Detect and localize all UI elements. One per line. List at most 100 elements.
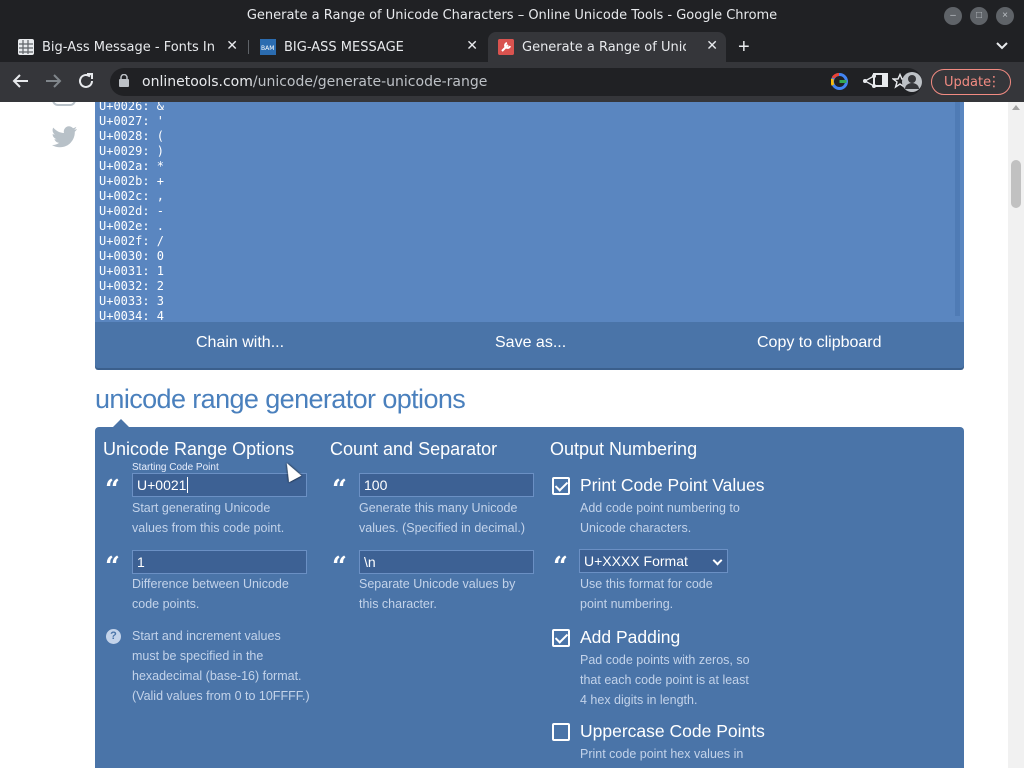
add-padding-label[interactable]: Add Padding <box>580 627 680 648</box>
quote-icon: “ <box>553 552 568 582</box>
print-code-point-checkbox[interactable] <box>552 477 570 495</box>
chain-with-button[interactable]: Chain with... <box>196 334 284 352</box>
uppercase-checkbox[interactable] <box>552 723 570 741</box>
window-controls: – □ × <box>944 7 1014 25</box>
count-input[interactable]: 100 <box>359 473 534 497</box>
tab-unicode-range[interactable]: Generate a Range of Unicode C ✕ <box>488 32 726 62</box>
uppercase-hint: Print code point hex values in <box>580 747 744 761</box>
tab-label: BIG-ASS MESSAGE <box>284 40 404 55</box>
close-tab-icon[interactable]: ✕ <box>466 38 478 54</box>
quote-icon: “ <box>105 475 120 505</box>
scroll-up-arrow-icon[interactable] <box>1012 105 1020 110</box>
output-line: U+002f: / <box>99 234 165 248</box>
address-bar[interactable]: onlinetools.com/unicode/generate-unicode… <box>110 68 922 96</box>
output-line: U+002a: * <box>99 159 165 173</box>
tab-strip: Big-Ass Message - Fonts In Us ✕ BAM BIG-… <box>0 32 1024 62</box>
forward-arrow-icon[interactable] <box>44 72 62 95</box>
print-code-point-label[interactable]: Print Code Point Values <box>580 475 765 496</box>
copy-to-clipboard-button[interactable]: Copy to clipboard <box>757 334 882 352</box>
url-host: onlinetools.com <box>142 74 253 90</box>
tab-big-ass-message[interactable]: BAM BIG-ASS MESSAGE ✕ <box>250 32 486 62</box>
window-titlebar: Generate a Range of Unicode Characters –… <box>0 0 1024 32</box>
omnibox-icons <box>830 72 909 93</box>
output-line: U+0029: ) <box>99 144 165 158</box>
output-line: U+002c: , <box>99 189 165 203</box>
page-viewport: U+0026: & U+0027: ' U+0028: (U+0029: ) U+00… <box>0 102 1008 768</box>
chevron-down-icon <box>712 555 723 566</box>
grid-favicon-icon <box>18 39 34 55</box>
help-question-icon: ? <box>106 629 121 644</box>
quote-icon: “ <box>332 475 347 505</box>
new-tab-plus-icon[interactable]: + <box>738 36 750 59</box>
print-code-point-hint: Add code point numbering to Unicode chara… <box>580 501 740 535</box>
close-window-button[interactable]: × <box>996 7 1014 25</box>
lock-icon[interactable] <box>119 73 129 87</box>
output-numbering-title: Output Numbering <box>550 439 698 459</box>
text-caret <box>187 477 189 493</box>
update-label: Update <box>944 75 992 90</box>
starting-code-point-value: U+0021 <box>137 477 187 493</box>
increment-hint: Difference between Unicode code points. <box>132 577 289 611</box>
starting-code-point-input[interactable]: U+0021 <box>132 473 307 497</box>
side-panel-icon[interactable] <box>873 73 888 87</box>
count-separator-title: Count and Separator <box>330 439 498 459</box>
tab-big-ass-fonts[interactable]: Big-Ass Message - Fonts In Us ✕ <box>8 32 246 62</box>
url-path: /unicode/generate-unicode-range <box>252 74 488 90</box>
wrench-favicon-icon <box>498 39 514 55</box>
tab-search-chevron-icon[interactable] <box>996 39 1008 53</box>
close-tab-icon[interactable]: ✕ <box>706 38 718 54</box>
output-line: U+0026: & <box>99 102 165 113</box>
output-line: U+0030: 0 <box>99 249 165 263</box>
maximize-button[interactable]: □ <box>970 7 988 25</box>
format-hint: Use this format for code point numbering. <box>580 577 713 611</box>
output-line: U+002e: . <box>99 219 165 233</box>
scrollbar-thumb[interactable] <box>1011 160 1021 208</box>
add-padding-checkbox[interactable] <box>552 629 570 647</box>
starting-code-point-label: Starting Code Point <box>132 462 219 473</box>
output-line: U+0031: 1 <box>99 264 165 278</box>
add-padding-hint: Pad code points with zeros, so that each … <box>580 653 750 707</box>
tab-separator <box>248 40 249 54</box>
start-hint: Start generating Unicode values from this… <box>132 501 285 535</box>
window-title: Generate a Range of Unicode Characters –… <box>246 8 778 23</box>
output-line: U+002b: + <box>99 174 165 188</box>
share-social-icon[interactable] <box>52 102 76 106</box>
options-panel: Unicode Range Options Starting Code Poin… <box>95 419 964 768</box>
output-line: U+0027: ' <box>99 114 165 128</box>
panel-notch <box>113 419 129 427</box>
output-line: U+0032: 2 <box>99 279 165 293</box>
svg-text:BAM: BAM <box>261 45 274 52</box>
url-text[interactable]: onlinetools.com/unicode/generate-unicode… <box>142 74 487 90</box>
twitter-icon[interactable] <box>52 126 78 148</box>
count-hint: Generate this many Unicode values. (Speci… <box>359 501 526 535</box>
separator-input[interactable]: \n <box>359 550 534 574</box>
hex-format-note: Start and increment values must be specif… <box>132 629 310 703</box>
format-selected-value: U+XXXX Format <box>584 553 688 569</box>
update-button[interactable]: Update ⋮ <box>931 69 1011 95</box>
profile-avatar-icon[interactable] <box>902 72 922 92</box>
quote-icon: “ <box>332 552 347 582</box>
increment-input[interactable]: 1 <box>132 550 307 574</box>
output-line: U+0033: 3 <box>99 294 165 308</box>
close-tab-icon[interactable]: ✕ <box>226 38 238 54</box>
tab-label: Big-Ass Message - Fonts In Us <box>42 40 220 55</box>
save-as-button[interactable]: Save as... <box>495 334 566 352</box>
tab-label: Generate a Range of Unicode C <box>522 40 686 55</box>
kebab-menu-icon[interactable]: ⋮ <box>987 74 1001 90</box>
options-heading: unicode range generator options <box>95 384 466 414</box>
minimize-button[interactable]: – <box>944 7 962 25</box>
page-scrollbar[interactable] <box>1008 102 1024 768</box>
separator-hint: Separate Unicode values by this character… <box>359 577 516 611</box>
output-action-bar: Chain with... Save as... Copy to clipboa… <box>95 322 964 368</box>
back-arrow-icon[interactable] <box>12 72 30 95</box>
reload-icon[interactable] <box>77 72 95 95</box>
google-lens-icon[interactable] <box>830 73 848 93</box>
uppercase-label[interactable]: Uppercase Code Points <box>580 721 765 742</box>
browser-toolbar: onlinetools.com/unicode/generate-unicode… <box>0 62 1024 102</box>
bam-favicon-icon: BAM <box>260 39 276 55</box>
output-textarea[interactable]: U+0026: & U+0027: ' U+0028: (U+0029: ) U+00… <box>95 102 964 323</box>
output-scrollbar[interactable] <box>955 102 960 316</box>
format-select[interactable]: U+XXXX Format <box>579 549 728 573</box>
quote-icon: “ <box>105 552 120 582</box>
range-options-title: Unicode Range Options <box>103 439 295 459</box>
